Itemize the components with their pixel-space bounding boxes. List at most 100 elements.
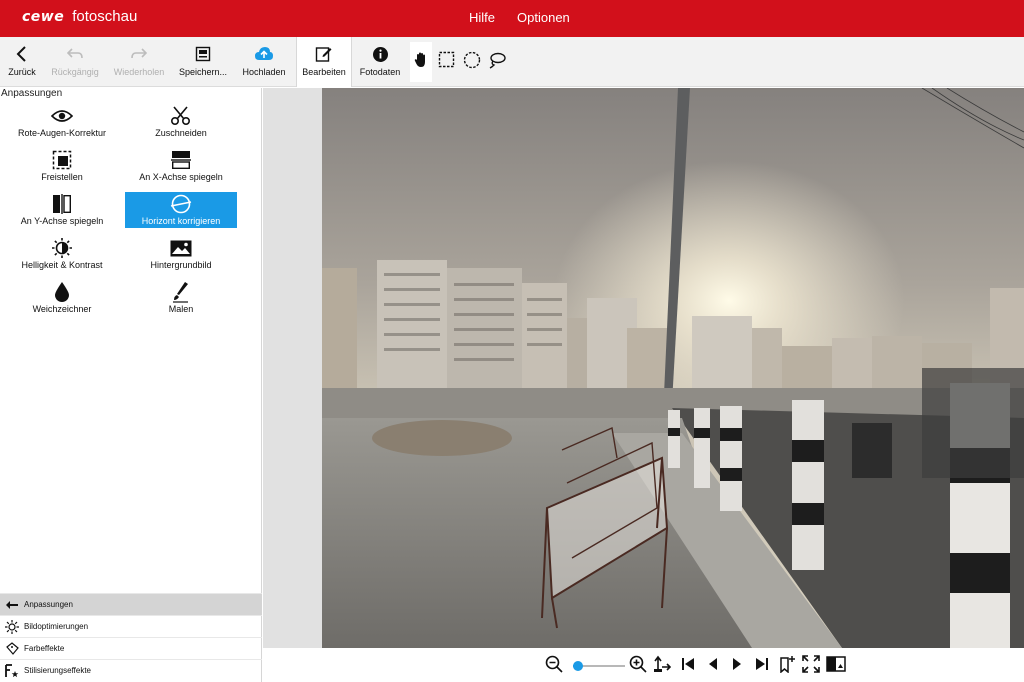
skip-first-icon <box>681 657 695 676</box>
edit-icon <box>315 44 333 64</box>
flip-x-icon <box>171 149 191 171</box>
tool-paint[interactable]: Malen <box>125 280 237 316</box>
section-label: Farbeffekte <box>24 644 65 653</box>
zoom-slider[interactable] <box>573 661 625 671</box>
app-logo: cewe fotoschau <box>22 8 137 25</box>
flip-y-icon <box>52 193 72 215</box>
main-toolbar: Zurück Rückgängig Wiederholen Speichern.… <box>0 37 1024 87</box>
redo-label: Wiederholen <box>113 67 165 77</box>
chevron-left-icon <box>15 44 29 64</box>
rect-select-icon <box>438 51 455 73</box>
tool-brightness[interactable]: Helligkeit & Kontrast <box>6 236 118 272</box>
last-photo-button[interactable] <box>753 656 771 676</box>
tool-flip-y[interactable]: An Y-Achse spiegeln <box>6 192 118 228</box>
eye-icon <box>51 105 73 127</box>
tool-label: An Y-Achse spiegeln <box>20 216 104 226</box>
top-menu: Hilfe Optionen <box>469 10 570 25</box>
app-name: fotoschau <box>72 8 138 25</box>
skip-last-icon <box>755 657 769 676</box>
edit-button[interactable]: Bearbeiten <box>296 37 352 87</box>
section-label: Stilisierungseffekte <box>24 666 91 675</box>
tool-label: An X-Achse spiegeln <box>139 172 223 182</box>
photo-data-label: Fotodaten <box>359 67 401 77</box>
back-button[interactable]: Zurück <box>4 37 40 86</box>
tool-label: Rote-Augen-Korrektur <box>17 128 107 138</box>
logo-brand: cewe <box>22 9 65 25</box>
fx-icon <box>4 663 20 678</box>
tool-label: Malen <box>168 304 194 314</box>
section-color-effects[interactable]: Farbeffekte <box>0 637 262 659</box>
tool-label: Weichzeichner <box>32 304 92 314</box>
zoom-in-button[interactable] <box>628 655 648 678</box>
save-button[interactable]: Speichern... <box>176 37 230 86</box>
redo-icon <box>130 44 148 64</box>
horizon-icon <box>170 193 192 215</box>
section-image-optimizations[interactable]: Bildoptimierungen <box>0 615 262 637</box>
tool-blur[interactable]: Weichzeichner <box>6 280 118 316</box>
selection-tools <box>410 41 507 83</box>
scissors-icon <box>170 105 192 127</box>
hand-tool[interactable] <box>410 42 432 82</box>
undo-button[interactable]: Rückgängig <box>48 37 102 86</box>
tool-background-image[interactable]: Hintergrundbild <box>125 236 237 272</box>
lasso-tool[interactable] <box>486 52 507 73</box>
next-photo-button[interactable] <box>728 656 746 676</box>
menu-help[interactable]: Hilfe <box>469 10 495 25</box>
fullscreen-icon <box>802 654 820 678</box>
tool-flip-x[interactable]: An X-Achse spiegeln <box>125 148 237 184</box>
section-label: Anpassungen <box>24 600 73 609</box>
zoom-slider-handle[interactable] <box>573 661 583 671</box>
brightness-icon <box>51 237 73 259</box>
tool-label: Freistellen <box>41 172 83 182</box>
tool-label: Zuschneiden <box>155 128 207 138</box>
redo-button[interactable]: Wiederholen <box>110 37 168 86</box>
tool-label: Hintergrundbild <box>150 260 212 270</box>
bookmark-add-icon <box>778 655 796 678</box>
compare-button[interactable] <box>825 655 847 678</box>
zoom-out-icon <box>545 655 563 678</box>
section-stylization-effects[interactable]: Stilisierungseffekte <box>0 659 262 681</box>
bottom-toolbar <box>263 649 1024 682</box>
photo-data-button[interactable]: Fotodaten <box>356 37 404 86</box>
rect-select-tool[interactable] <box>436 51 457 73</box>
upload-button[interactable]: Hochladen <box>238 37 290 86</box>
panel-title: Anpassungen <box>1 88 63 99</box>
move-icon <box>653 655 672 678</box>
tool-label: Horizont korrigieren <box>141 216 221 226</box>
first-photo-button[interactable] <box>679 656 697 676</box>
previous-icon <box>707 657 719 676</box>
tool-cutout[interactable]: Freistellen <box>6 148 118 184</box>
ellipse-select-icon <box>463 51 481 74</box>
undo-label: Rückgängig <box>51 67 99 77</box>
lasso-icon <box>488 51 506 74</box>
title-bar: cewe fotoschau Hilfe Optionen <box>0 0 1024 37</box>
zoom-out-button[interactable] <box>544 655 564 678</box>
bookmark-button[interactable] <box>777 655 797 678</box>
cloud-upload-icon <box>254 44 274 64</box>
zoom-in-icon <box>629 655 647 678</box>
fullscreen-button[interactable] <box>801 654 821 678</box>
section-adjustments[interactable]: Anpassungen <box>0 593 262 615</box>
save-label: Speichern... <box>178 67 228 77</box>
edit-label: Bearbeiten <box>302 67 346 77</box>
palette-icon <box>4 642 20 655</box>
tool-crop[interactable]: Zuschneiden <box>125 104 237 140</box>
compare-icon <box>826 655 846 678</box>
photo-image <box>322 88 1024 648</box>
brush-icon <box>172 281 190 303</box>
tool-red-eye[interactable]: Rote-Augen-Korrektur <box>6 104 118 140</box>
info-icon <box>372 44 389 64</box>
move-button[interactable] <box>652 655 672 678</box>
menu-options[interactable]: Optionen <box>517 10 570 25</box>
panel-sections: Anpassungen Bildoptimierungen Farbeffekt… <box>0 593 262 681</box>
section-label: Bildoptimierungen <box>24 622 89 631</box>
previous-photo-button[interactable] <box>704 656 722 676</box>
tool-label: Helligkeit & Kontrast <box>21 260 103 270</box>
tool-horizon[interactable]: Horizont korrigieren <box>125 192 237 228</box>
canvas-area[interactable] <box>263 88 1024 648</box>
photo-preview[interactable] <box>322 88 1024 648</box>
undo-icon <box>66 44 84 64</box>
save-icon <box>195 44 211 64</box>
ellipse-select-tool[interactable] <box>461 51 482 74</box>
image-icon <box>170 237 192 259</box>
